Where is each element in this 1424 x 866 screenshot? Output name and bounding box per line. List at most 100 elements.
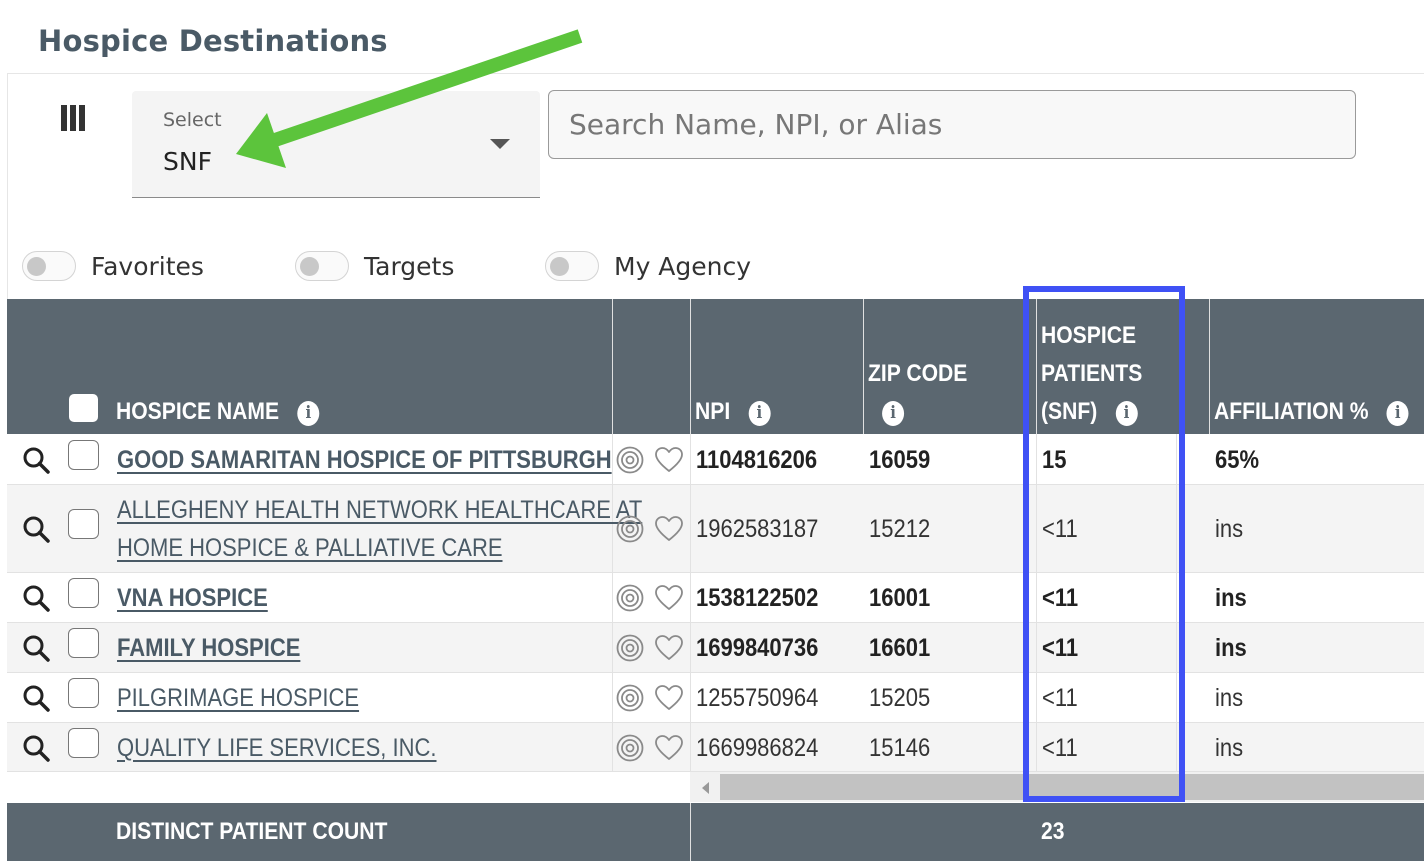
row-checkbox[interactable] — [68, 509, 99, 539]
header-hospice-name[interactable]: HOSPICE NAME i — [116, 393, 320, 431]
panel-border-left — [7, 73, 8, 301]
search-input[interactable] — [548, 90, 1356, 159]
targets-toggle[interactable]: Targets — [295, 250, 454, 282]
row-checkbox[interactable] — [68, 439, 99, 470]
npi-cell: 1962583187 — [696, 515, 819, 543]
target-icon[interactable] — [616, 634, 644, 662]
header-npi[interactable]: NPI i — [695, 393, 771, 431]
info-icon[interactable]: i — [297, 401, 320, 426]
header-label: NPI — [695, 398, 731, 425]
heart-icon[interactable] — [654, 446, 684, 474]
header-divider — [863, 299, 864, 434]
header-affiliation[interactable]: AFFILIATION % i — [1214, 393, 1409, 431]
hospice-name-link[interactable]: VNA HOSPICE — [117, 579, 268, 617]
target-icon[interactable] — [616, 584, 644, 612]
hospice-name-line: QUALITY LIFE SERVICES, INC. — [117, 733, 437, 762]
npi-cell: 1538122502 — [696, 584, 819, 612]
search-icon[interactable] — [22, 734, 50, 762]
hospice-name-link[interactable]: PILGRIMAGE HOSPICE — [117, 679, 359, 717]
hospice-name-link[interactable]: FAMILY HOSPICE — [117, 629, 300, 667]
search-icon[interactable] — [22, 584, 50, 612]
hospice-name-link[interactable]: GOOD SAMARITAN HOSPICE OF PITTSBURGH — [117, 441, 612, 479]
select-label: Select — [163, 109, 222, 131]
search-icon[interactable] — [22, 684, 50, 712]
toggle-label: My Agency — [614, 251, 752, 281]
header-zip-code[interactable]: ZIP CODE i — [868, 355, 967, 431]
row-checkbox[interactable] — [68, 678, 99, 708]
row-checkbox[interactable] — [68, 628, 99, 658]
cell-divider — [690, 573, 691, 622]
heart-icon[interactable] — [654, 684, 684, 712]
scrollbar-thumb[interactable] — [720, 774, 1424, 800]
info-icon[interactable]: i — [1115, 401, 1138, 426]
table-row: GOOD SAMARITAN HOSPICE OF PITTSBURGH 110… — [7, 434, 1424, 485]
hospice-name-link[interactable]: ALLEGHENY HEALTH NETWORK HEALTHCARE AT H… — [117, 491, 642, 567]
patients-cell: <11 — [1042, 684, 1078, 712]
target-icon[interactable] — [616, 684, 644, 712]
heart-icon[interactable] — [654, 634, 684, 662]
hospice-name-link[interactable]: QUALITY LIFE SERVICES, INC. — [117, 729, 437, 767]
header-hospice-patients[interactable]: HOSPICE PATIENTS (SNF) i — [1041, 317, 1142, 431]
footer-value: 23 — [1041, 818, 1065, 845]
info-icon[interactable]: i — [748, 401, 771, 426]
cell-divider — [690, 485, 691, 572]
header-divider — [690, 299, 691, 434]
search-icon[interactable] — [22, 634, 50, 662]
type-select[interactable]: Select SNF — [132, 91, 540, 198]
affiliation-cell: 65% — [1215, 445, 1260, 474]
cell-divider — [690, 623, 691, 672]
cell-divider — [1036, 723, 1037, 771]
hospice-name-line: FAMILY HOSPICE — [117, 634, 301, 662]
caret-down-icon — [490, 139, 510, 149]
columns-icon[interactable] — [61, 105, 85, 131]
zip-cell: 16601 — [869, 634, 931, 662]
hospice-name-line: PILGRIMAGE HOSPICE — [117, 684, 360, 712]
footer-label: DISTINCT PATIENT COUNT — [116, 818, 388, 845]
affiliation-cell: ins — [1215, 584, 1247, 612]
toggle-track[interactable] — [545, 251, 599, 281]
my-agency-toggle[interactable]: My Agency — [545, 250, 751, 282]
search-icon[interactable] — [22, 515, 50, 543]
zip-cell: 15146 — [869, 733, 931, 762]
horizontal-scrollbar[interactable] — [690, 772, 1424, 802]
info-icon[interactable]: i — [882, 401, 905, 426]
heart-icon[interactable] — [654, 734, 684, 762]
cell-divider — [612, 673, 613, 722]
table-row: PILGRIMAGE HOSPICE 1255750964 15205 <11 … — [7, 673, 1424, 723]
toggle-label: Favorites — [91, 251, 204, 281]
search-icon[interactable] — [22, 446, 50, 474]
panel-border-top — [7, 73, 1424, 74]
row-checkbox[interactable] — [68, 578, 99, 608]
npi-cell: 1669986824 — [696, 733, 819, 762]
table-row: QUALITY LIFE SERVICES, INC. 1669986824 1… — [7, 723, 1424, 772]
select-all-checkbox[interactable] — [69, 394, 98, 422]
cell-divider — [612, 573, 613, 622]
heart-icon[interactable] — [654, 515, 684, 543]
toggle-track[interactable] — [22, 251, 76, 281]
target-icon[interactable] — [616, 446, 644, 474]
row-checkbox[interactable] — [68, 727, 99, 758]
patients-cell: <11 — [1042, 634, 1079, 662]
info-icon[interactable]: i — [1386, 401, 1409, 426]
header-divider — [1036, 299, 1037, 434]
scroll-left-icon[interactable] — [702, 782, 709, 794]
target-icon[interactable] — [616, 734, 644, 762]
cell-divider — [1036, 673, 1037, 722]
npi-cell: 1699840736 — [696, 634, 819, 662]
cell-divider — [1176, 434, 1177, 484]
favorites-toggle[interactable]: Favorites — [22, 250, 204, 282]
table-row: ALLEGHENY HEALTH NETWORK HEALTHCARE AT H… — [7, 485, 1424, 573]
table-row: FAMILY HOSPICE 1699840736 16601 <11 ins — [7, 623, 1424, 673]
patients-cell: 15 — [1042, 445, 1067, 474]
affiliation-cell: ins — [1215, 515, 1244, 543]
footer-divider — [690, 803, 691, 861]
toggle-track[interactable] — [295, 251, 349, 281]
heart-icon[interactable] — [654, 584, 684, 612]
target-icon[interactable] — [616, 515, 644, 543]
zip-cell: 15212 — [869, 515, 931, 543]
select-value: SNF — [163, 147, 212, 176]
cell-divider — [612, 723, 613, 771]
header-label: AFFILIATION % — [1214, 398, 1369, 425]
patients-cell: <11 — [1042, 733, 1078, 762]
cell-divider — [1036, 573, 1037, 622]
